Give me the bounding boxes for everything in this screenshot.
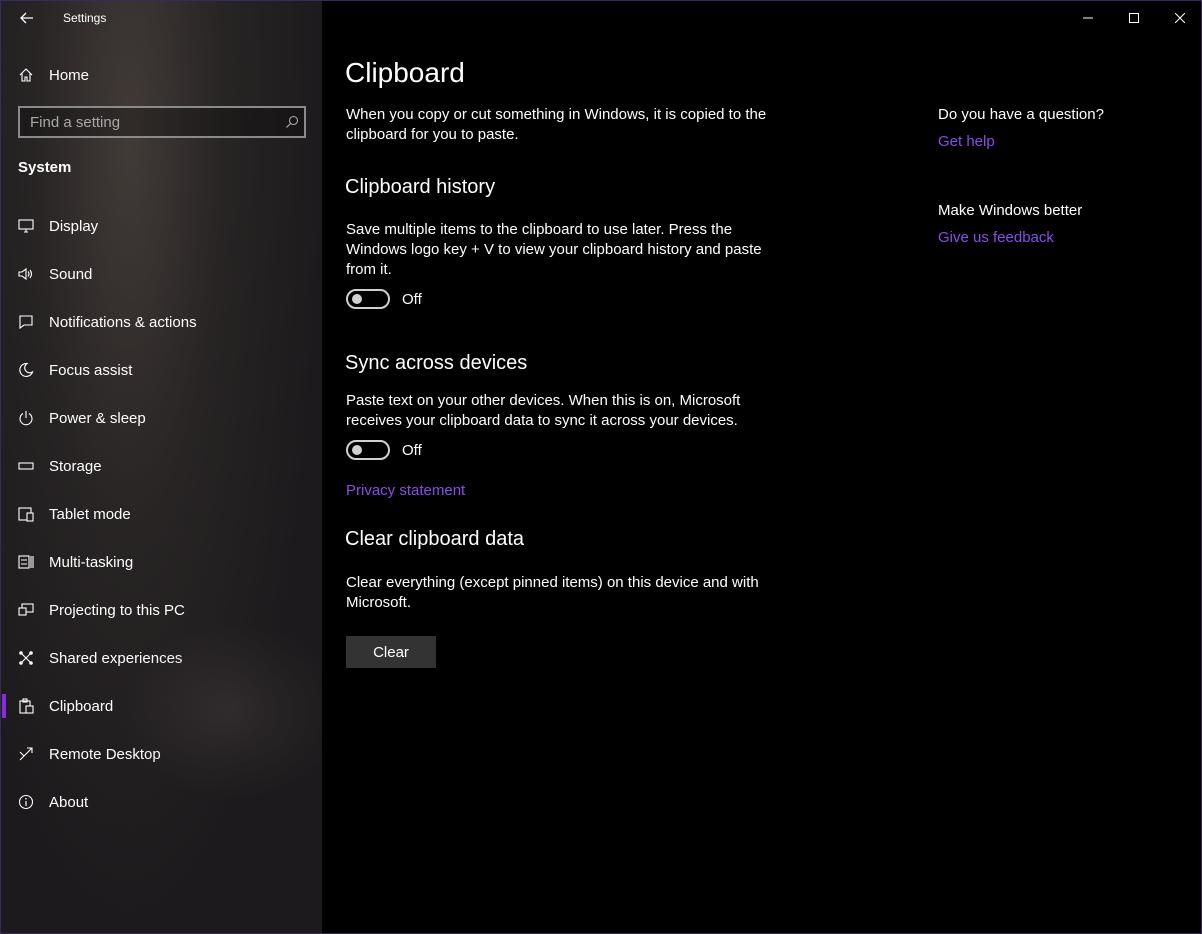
sidebar-item-display[interactable]: Display bbox=[1, 202, 322, 250]
sidebar-item-projecting[interactable]: Projecting to this PC bbox=[1, 586, 322, 634]
sync-devices-heading: Sync across devices bbox=[345, 352, 528, 374]
sidebar-item-label: Focus assist bbox=[49, 361, 133, 379]
maximize-icon bbox=[1129, 13, 1139, 23]
sidebar-item-focus-assist[interactable]: Focus assist bbox=[1, 346, 322, 394]
search-input[interactable]: Find a setting bbox=[20, 114, 280, 131]
shared-experiences-icon bbox=[17, 649, 35, 667]
home-icon bbox=[17, 66, 35, 84]
minimize-button[interactable] bbox=[1065, 1, 1111, 35]
page-title: Clipboard bbox=[345, 57, 465, 88]
make-windows-better-text: Make Windows better bbox=[938, 202, 1083, 219]
minimize-icon bbox=[1083, 17, 1093, 19]
sidebar-item-label: Shared experiences bbox=[49, 649, 183, 667]
question-text: Do you have a question? bbox=[938, 106, 1104, 123]
sidebar-item-remote-desktop[interactable]: Remote Desktop bbox=[1, 730, 322, 778]
clipboard-history-toggle[interactable] bbox=[346, 289, 390, 309]
projecting-icon bbox=[17, 601, 35, 619]
multitasking-icon bbox=[17, 553, 35, 571]
sync-devices-description: Paste text on your other devices. When t… bbox=[346, 392, 741, 429]
maximize-button[interactable] bbox=[1111, 1, 1157, 35]
sidebar-item-label: Projecting to this PC bbox=[49, 601, 185, 619]
sidebar-item-clipboard[interactable]: Clipboard bbox=[1, 682, 322, 730]
sidebar-item-multitasking[interactable]: Multi-tasking bbox=[1, 538, 322, 586]
close-icon bbox=[1175, 13, 1185, 23]
back-button[interactable] bbox=[15, 7, 39, 29]
search-box[interactable]: Find a setting bbox=[18, 106, 306, 138]
sidebar-item-home[interactable]: Home bbox=[17, 63, 89, 87]
sidebar-item-notifications[interactable]: Notifications & actions bbox=[1, 298, 322, 346]
power-icon bbox=[17, 409, 35, 427]
sync-devices-toggle[interactable] bbox=[346, 440, 390, 460]
home-label: Home bbox=[49, 66, 90, 84]
get-help-link[interactable]: Get help bbox=[938, 133, 995, 150]
sidebar-item-label: Remote Desktop bbox=[49, 745, 161, 763]
sidebar: Settings Home Find a setting System Disp… bbox=[1, 1, 341, 933]
clear-clipboard-heading: Clear clipboard data bbox=[345, 528, 524, 550]
tablet-icon bbox=[17, 505, 35, 523]
sidebar-item-label: Storage bbox=[49, 457, 102, 475]
remote-desktop-icon bbox=[17, 745, 35, 763]
close-button[interactable] bbox=[1157, 1, 1201, 35]
give-feedback-link[interactable]: Give us feedback bbox=[938, 229, 1054, 246]
clipboard-history-description: Save multiple items to the clipboard to … bbox=[346, 221, 762, 278]
sidebar-item-power-sleep[interactable]: Power & sleep bbox=[1, 394, 322, 442]
privacy-statement-link[interactable]: Privacy statement bbox=[346, 482, 465, 499]
sidebar-item-label: Display bbox=[49, 217, 99, 235]
info-icon bbox=[17, 793, 35, 811]
intro-text: When you copy or cut something in Window… bbox=[346, 106, 767, 143]
sidebar-item-label: Notifications & actions bbox=[49, 313, 197, 331]
display-icon bbox=[17, 217, 35, 235]
app-title: Settings bbox=[63, 11, 107, 25]
sidebar-item-storage[interactable]: Storage bbox=[1, 442, 322, 490]
sidebar-item-label: Clipboard bbox=[49, 697, 114, 715]
clear-button[interactable]: Clear bbox=[346, 636, 436, 668]
clear-clipboard-description: Clear everything (except pinned items) o… bbox=[346, 574, 759, 611]
section-label-system: System bbox=[18, 159, 72, 176]
storage-icon bbox=[17, 457, 35, 475]
toggle-knob bbox=[352, 445, 362, 455]
sidebar-item-label: Multi-tasking bbox=[49, 553, 134, 571]
clipboard-icon bbox=[17, 697, 35, 715]
sidebar-item-tablet-mode[interactable]: Tablet mode bbox=[1, 490, 322, 538]
main-content: Clipboard When you copy or cut something… bbox=[322, 1, 1201, 933]
sidebar-item-label: About bbox=[49, 793, 89, 811]
search-icon[interactable] bbox=[280, 115, 304, 129]
sidebar-nav: Display Sound Notifications & actions Fo… bbox=[1, 202, 322, 826]
sync-devices-toggle-state: Off bbox=[402, 442, 422, 459]
clipboard-history-heading: Clipboard history bbox=[345, 176, 496, 198]
clipboard-history-toggle-state: Off bbox=[402, 291, 422, 308]
settings-window: Settings Home Find a setting System Disp… bbox=[0, 0, 1202, 934]
sidebar-item-label: Tablet mode bbox=[49, 505, 131, 523]
notifications-icon bbox=[17, 313, 35, 331]
sidebar-item-label: Sound bbox=[49, 265, 93, 283]
toggle-knob bbox=[352, 294, 362, 304]
sidebar-item-shared-experiences[interactable]: Shared experiences bbox=[1, 634, 322, 682]
sidebar-item-sound[interactable]: Sound bbox=[1, 250, 322, 298]
moon-icon bbox=[17, 361, 35, 379]
back-arrow-icon bbox=[20, 12, 33, 24]
sidebar-item-about[interactable]: About bbox=[1, 778, 322, 826]
sidebar-item-label: Power & sleep bbox=[49, 409, 146, 427]
sound-icon bbox=[17, 265, 35, 283]
window-controls bbox=[1065, 1, 1201, 35]
